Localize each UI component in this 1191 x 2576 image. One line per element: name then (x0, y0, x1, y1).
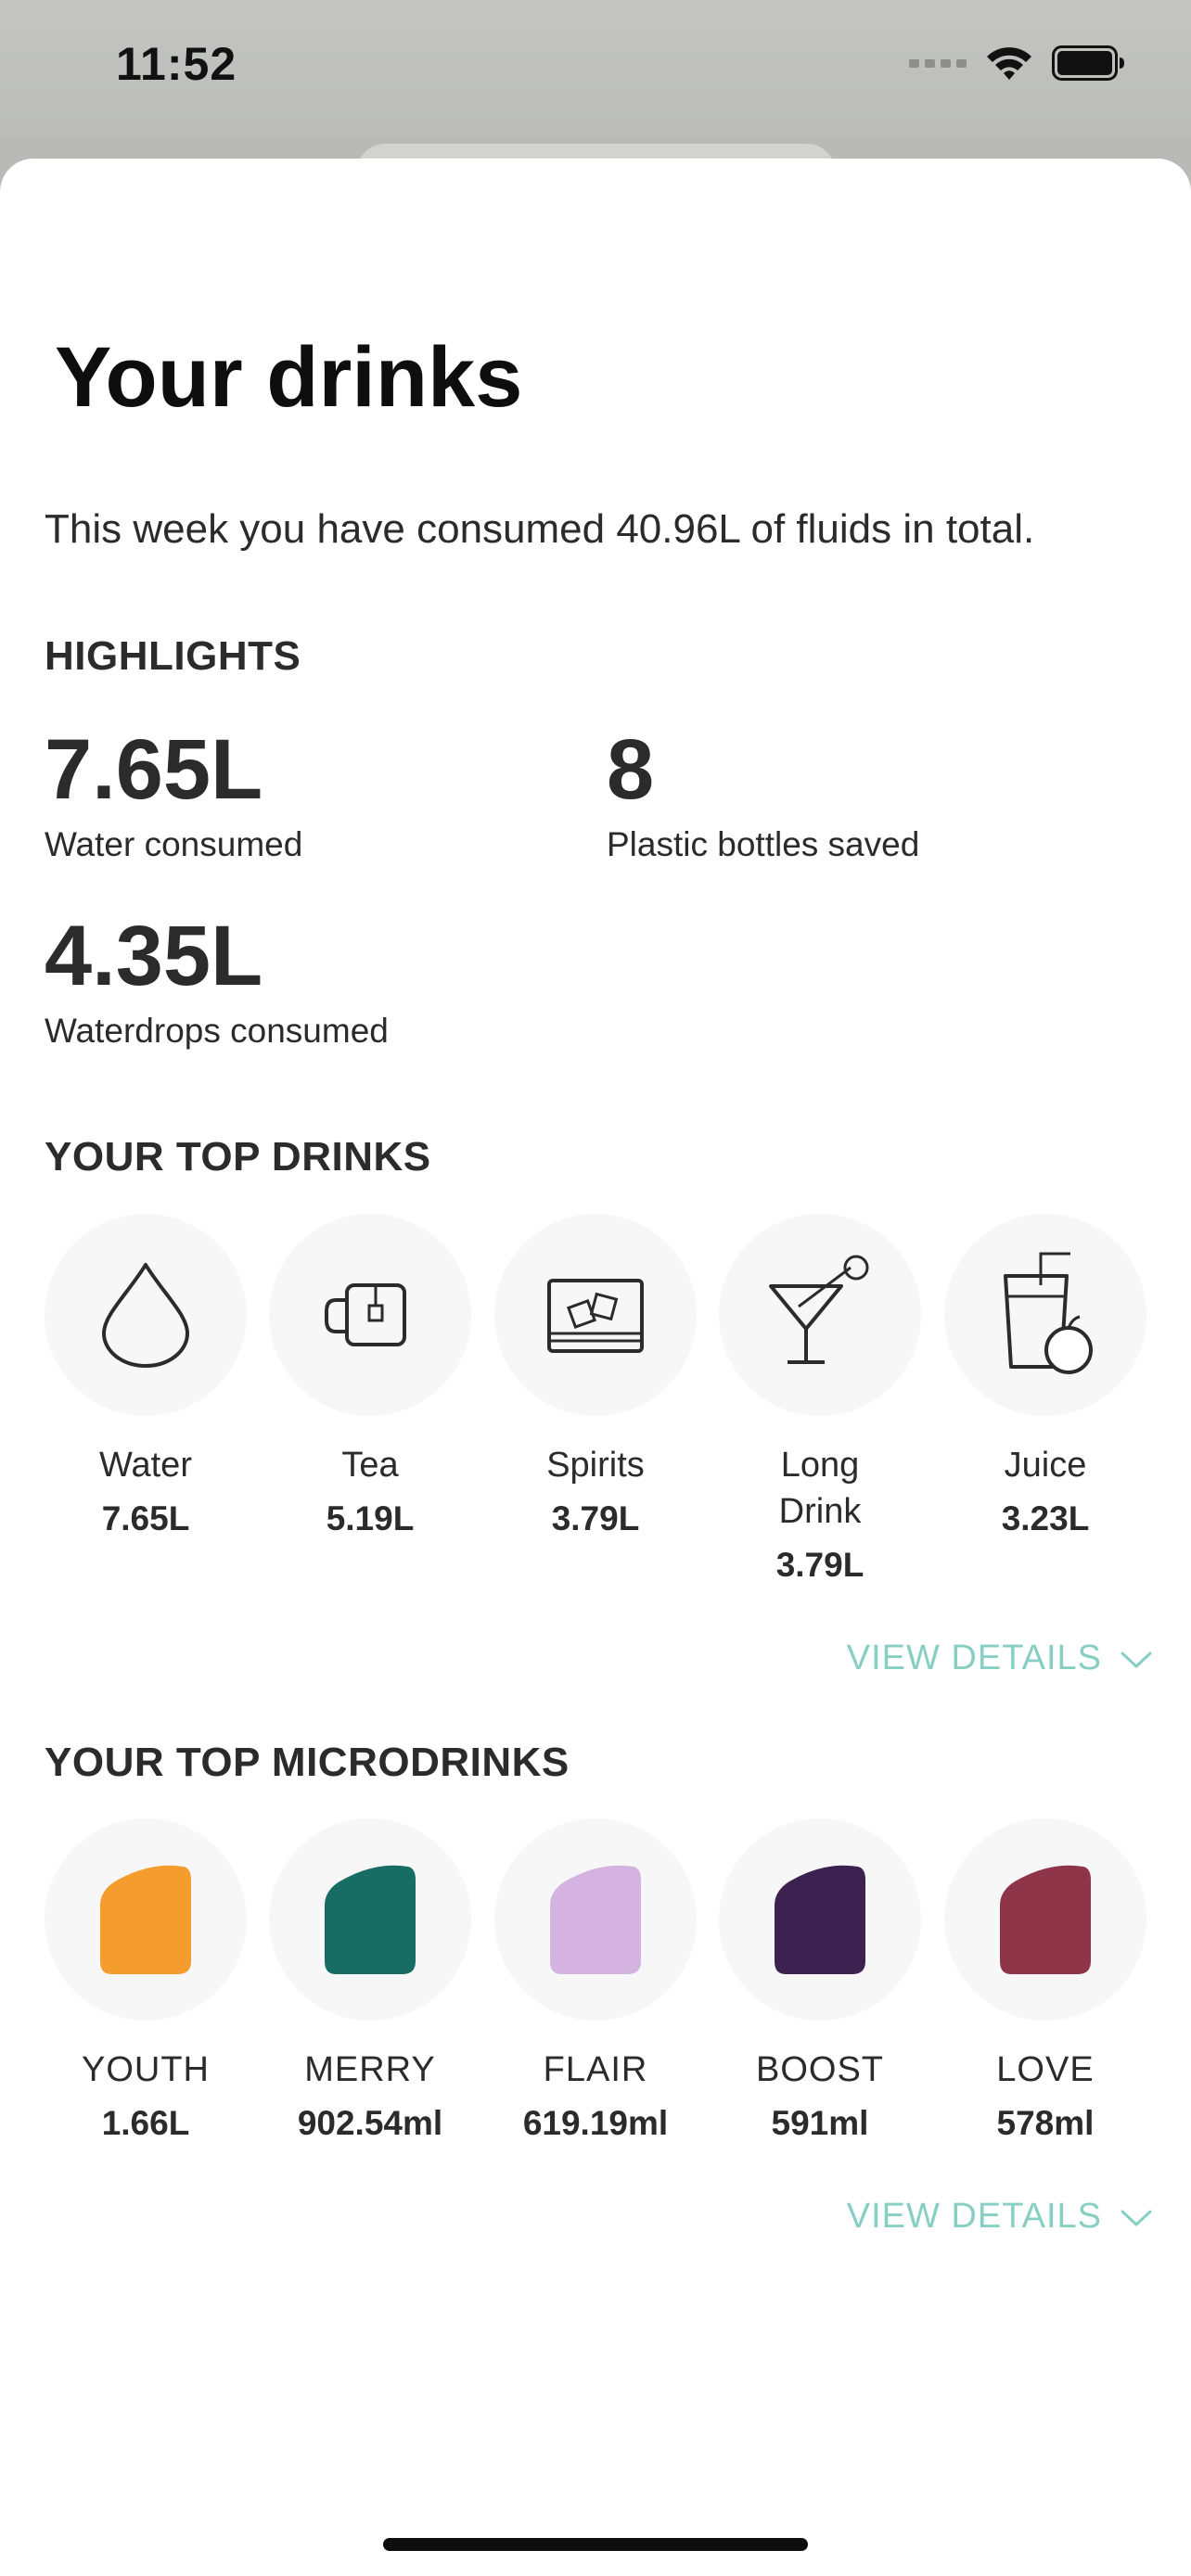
chevron-down-icon (1121, 1639, 1152, 1678)
microdrink-icon-circle (494, 1818, 697, 2021)
highlights-heading: HIGHLIGHTS (45, 633, 301, 679)
drink-name: Juice (1004, 1446, 1087, 1485)
drink-item-water[interactable]: Water 7.65L (33, 1214, 258, 1542)
microdrink-icon-circle (45, 1818, 247, 2021)
status-bar: 11:52 (0, 0, 1191, 139)
microdrink-item-merry[interactable]: MERRY 902.54ml (258, 1818, 482, 2147)
bottles-saved-stat: 8 Plastic bottles saved (607, 727, 919, 864)
battery-icon (1052, 45, 1126, 85)
microdrink-swatch-icon (100, 1865, 191, 1974)
drink-amount: 3.23L (1001, 1499, 1090, 1537)
drink-name: Water (99, 1446, 192, 1485)
microdrink-name: FLAIR (543, 2050, 648, 2089)
top-drinks-list: Water 7.65L Tea 5.19L Spirits 3.79L Long… (0, 1214, 1191, 1584)
microdrink-name: MERRY (304, 2050, 436, 2089)
drink-name: Tea (341, 1446, 399, 1485)
cellular-signal-icon (909, 57, 967, 74)
drink-icon-circle (944, 1214, 1146, 1416)
stat-label: Water consumed (45, 825, 303, 863)
drink-amount: 3.79L (775, 1546, 864, 1584)
microdrink-amount: 902.54ml (297, 2104, 443, 2142)
microdrink-swatch-icon (775, 1865, 865, 1974)
drink-name: Long Drink (778, 1446, 862, 1531)
wifi-icon (985, 45, 1033, 86)
drink-icon-circle (269, 1214, 471, 1416)
microdrink-amount: 1.66L (101, 2104, 190, 2142)
microdrink-name: YOUTH (82, 2050, 210, 2089)
drink-amount: 3.79L (551, 1499, 640, 1537)
microdrink-item-boost[interactable]: BOOST 591ml (708, 1818, 932, 2147)
water-consumed-stat: 7.65L Water consumed (45, 727, 302, 864)
top-microdrinks-heading: YOUR TOP MICRODRINKS (45, 1740, 570, 1785)
microdrink-swatch-icon (1000, 1865, 1091, 1974)
microdrink-swatch-icon (550, 1865, 641, 1974)
status-icons (909, 45, 1126, 86)
drink-item-juice[interactable]: Juice 3.23L (933, 1214, 1158, 1542)
drink-icon-circle (719, 1214, 921, 1416)
drink-amount: 5.19L (326, 1499, 415, 1537)
stat-value: 8 (607, 722, 655, 817)
chevron-down-icon (1121, 2197, 1152, 2237)
home-indicator (383, 2538, 808, 2551)
drink-item-tea[interactable]: Tea 5.19L (258, 1214, 482, 1542)
microdrink-swatch-icon (325, 1865, 416, 1974)
drink-item-spirits[interactable]: Spirits 3.79L (483, 1214, 708, 1542)
microdrink-icon-circle (944, 1818, 1146, 2021)
microdrink-icon-circle (719, 1818, 921, 2021)
stat-value: 4.35L (45, 909, 263, 1003)
weekly-summary: This week you have consumed 40.96L of fl… (45, 506, 1035, 552)
microdrink-name: LOVE (996, 2050, 1095, 2089)
drink-amount: 7.65L (101, 1499, 190, 1537)
microdrink-amount: 591ml (771, 2104, 869, 2142)
spirits-glass-icon (540, 1267, 651, 1364)
view-details-label: VIEW DETAILS (846, 2197, 1102, 2236)
waterdrops-consumed-stat: 4.35L Waterdrops consumed (45, 913, 389, 1051)
view-details-label: VIEW DETAILS (846, 1639, 1102, 1677)
microdrink-item-youth[interactable]: YOUTH 1.66L (33, 1818, 258, 2147)
drink-icon-circle (45, 1214, 247, 1416)
juice-glass-icon (994, 1248, 1096, 1383)
page-title: Your drinks (55, 330, 523, 425)
stat-label: Plastic bottles saved (607, 825, 920, 863)
stat-value: 7.65L (45, 722, 263, 817)
cocktail-glass-icon (760, 1253, 880, 1378)
drink-name: Spirits (546, 1446, 645, 1485)
view-details-drinks-button[interactable]: VIEW DETAILS (847, 1639, 1152, 1678)
top-drinks-heading: YOUR TOP DRINKS (45, 1134, 431, 1180)
microdrink-item-love[interactable]: LOVE 578ml (933, 1818, 1158, 2147)
drinks-sheet: Your drinks This week you have consumed … (0, 159, 1191, 2576)
status-time: 11:52 (116, 38, 237, 90)
drink-item-long-drink[interactable]: Long Drink 3.79L (708, 1214, 932, 1588)
microdrink-icon-circle (269, 1818, 471, 2021)
microdrink-item-flair[interactable]: FLAIR 619.19ml (483, 1818, 708, 2147)
microdrink-amount: 578ml (996, 2104, 1095, 2142)
top-microdrinks-list: YOUTH 1.66L MERRY 902.54ml FLAIR 619.19m… (0, 1818, 1191, 2142)
stat-label: Waterdrops consumed (45, 1012, 389, 1050)
drink-icon-circle (494, 1214, 697, 1416)
microdrink-amount: 619.19ml (522, 2104, 669, 2142)
tea-cup-icon (319, 1267, 421, 1364)
view-details-microdrinks-button[interactable]: VIEW DETAILS (847, 2197, 1152, 2237)
microdrink-name: BOOST (755, 2050, 885, 2089)
water-drop-icon (95, 1257, 197, 1373)
